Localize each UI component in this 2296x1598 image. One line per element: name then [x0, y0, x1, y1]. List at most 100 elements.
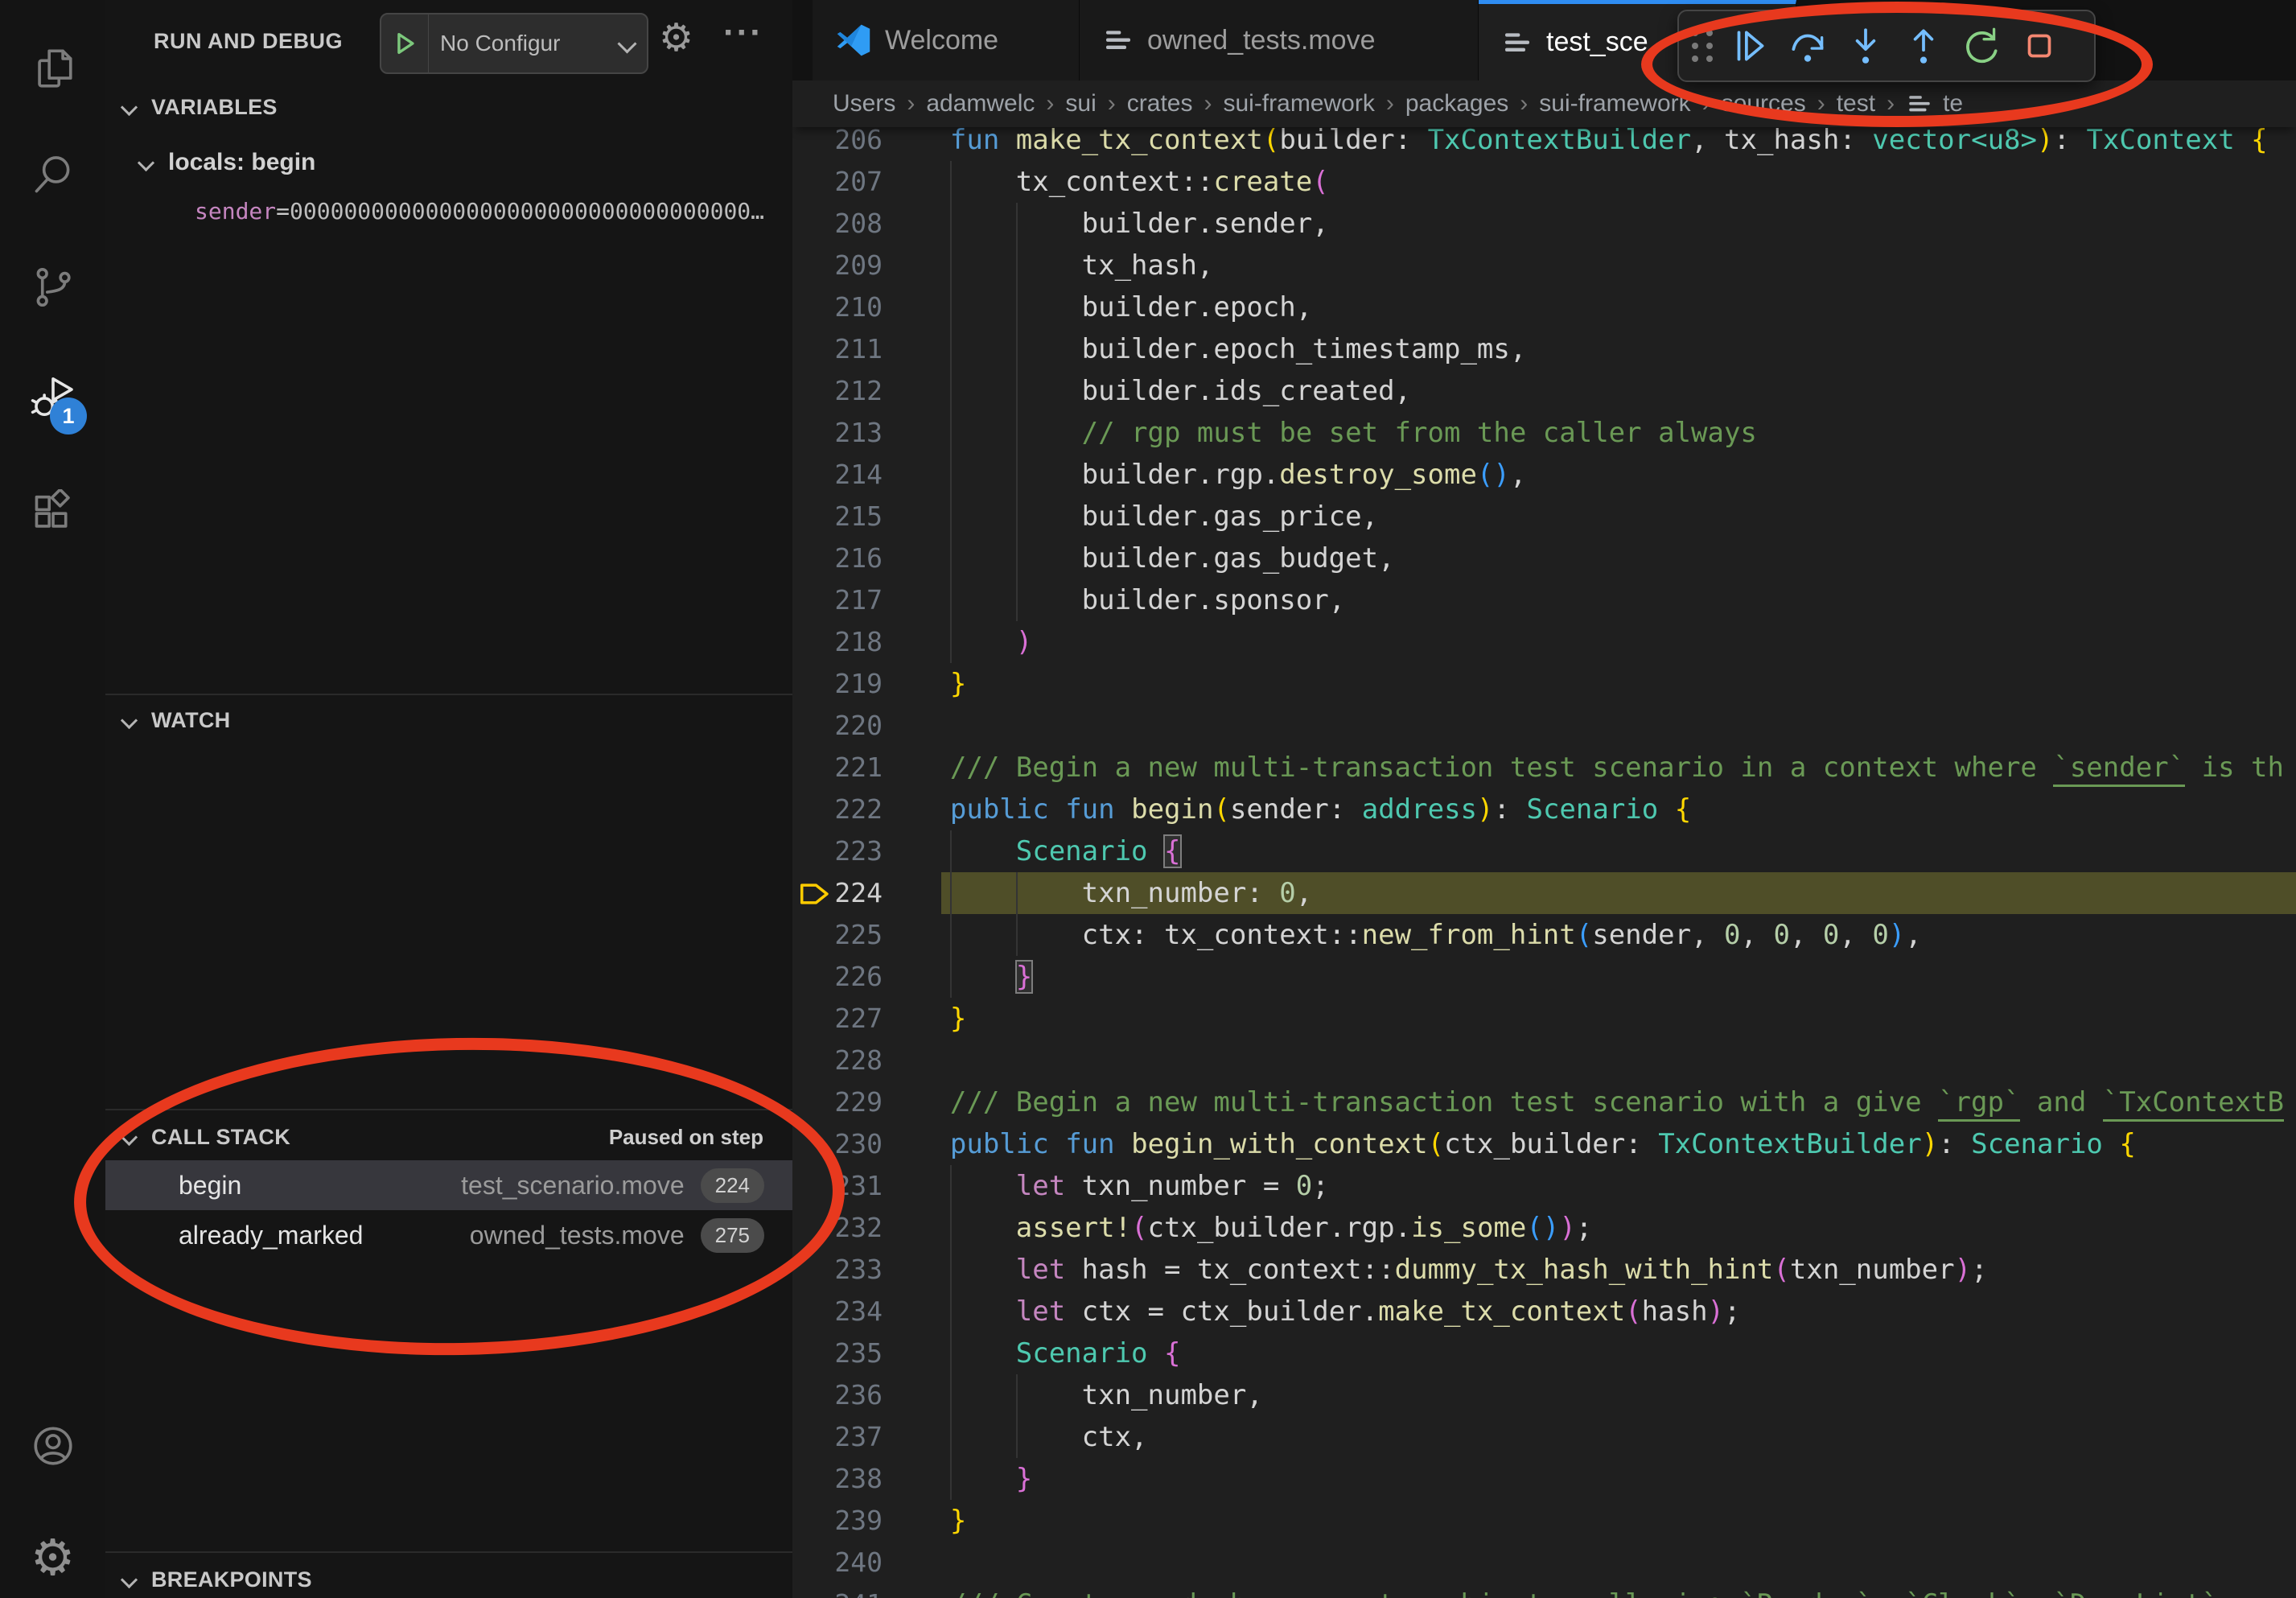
line-number[interactable]: 235 [792, 1332, 883, 1374]
activity-bar: 1 ⚙ [0, 0, 106, 1598]
chevron-down-icon [121, 711, 138, 728]
tab-welcome[interactable]: Welcome [813, 0, 1080, 80]
restart-icon[interactable] [1952, 17, 2010, 75]
step-over-icon[interactable] [1779, 17, 1837, 75]
line-number[interactable]: 217 [792, 579, 883, 621]
breadcrumb-item[interactable]: sui [1065, 90, 1096, 117]
line-number[interactable]: 219 [792, 663, 883, 705]
line-number[interactable]: 234 [792, 1291, 883, 1332]
code-text: } [884, 1500, 966, 1542]
breadcrumb-item[interactable]: sources [1722, 90, 1806, 117]
line-number[interactable]: 231 [792, 1165, 883, 1207]
indent-guide [1016, 872, 1018, 956]
code-line-221: 221 /// Begin a new multi-transaction te… [792, 747, 2296, 789]
code-text: builder.gas_budget, [884, 537, 1395, 579]
code-line-238: 238 } [792, 1458, 2296, 1500]
code-line-219: 219 } [792, 663, 2296, 705]
tab-owned-tests[interactable]: owned_tests.move [1080, 0, 1479, 80]
step-into-icon[interactable] [1837, 17, 1895, 75]
call-stack-frame-begin[interactable]: begintest_scenario.move224 [105, 1160, 792, 1210]
views-more-actions-icon[interactable]: ··· [723, 13, 763, 53]
line-number[interactable]: 220 [792, 705, 883, 747]
code-text: /// Begin a new multi-transaction test s… [884, 1081, 2284, 1123]
line-number[interactable]: 221 [792, 747, 883, 789]
line-number[interactable]: 236 [792, 1374, 883, 1416]
breadcrumb-item[interactable]: sui-framework [1539, 90, 1690, 117]
line-number[interactable]: 240 [792, 1542, 883, 1584]
accounts-icon[interactable] [0, 1410, 105, 1482]
toolbar-drag-grip[interactable] [1692, 30, 1714, 62]
breadcrumb-item[interactable]: sui-framework [1223, 90, 1374, 117]
variable-sender-row[interactable]: sender = 0000000000000000000000000000000… [195, 187, 774, 235]
line-number[interactable]: 209 [792, 245, 883, 286]
line-number[interactable]: 207 [792, 161, 883, 203]
variables-scope-row[interactable]: locals: begin [140, 138, 315, 187]
line-number[interactable]: 238 [792, 1458, 883, 1500]
breadcrumb-file[interactable]: te [1943, 90, 1963, 117]
code-line-226: 226 } [792, 956, 2296, 998]
line-number[interactable]: 228 [792, 1040, 883, 1081]
breadcrumb-item[interactable]: test [1837, 90, 1875, 117]
code-line-209: 209 tx_hash, [792, 245, 2296, 286]
code-line-232: 232 assert!(ctx_builder.rgp.is_some()); [792, 1207, 2296, 1249]
continue-icon[interactable] [1721, 17, 1779, 75]
code-line-224: 224 txn_number: 0, [792, 872, 2296, 914]
line-number[interactable]: 229 [792, 1081, 883, 1123]
line-number[interactable]: 241 [792, 1584, 883, 1598]
debug-settings-gear-icon[interactable]: ⚙ [659, 19, 693, 58]
code-line-215: 215 builder.gas_price, [792, 496, 2296, 537]
tab-label: test_sce [1546, 27, 1648, 58]
line-number[interactable]: 213 [792, 412, 883, 454]
line-number[interactable]: 222 [792, 789, 883, 830]
stop-icon[interactable] [2010, 17, 2068, 75]
breadcrumb[interactable]: Users›adamwelc›sui›crates›sui-framework›… [792, 80, 2296, 127]
line-number[interactable]: 239 [792, 1500, 883, 1542]
search-icon[interactable] [0, 138, 105, 211]
variables-section-header[interactable]: VARIABLES [105, 84, 792, 130]
line-number[interactable]: 218 [792, 621, 883, 663]
line-number[interactable]: 232 [792, 1207, 883, 1249]
explorer-icon[interactable] [0, 32, 105, 105]
line-number[interactable]: 226 [792, 956, 883, 998]
code-line-229: 229 /// Begin a new multi-transaction te… [792, 1081, 2296, 1123]
line-number[interactable]: 214 [792, 454, 883, 496]
code-text: // rgp must be set from the caller alway… [884, 412, 1757, 454]
run-and-debug-sidebar: RUN AND DEBUG No Configur ⚙ ··· VARIABLE… [105, 0, 794, 1598]
line-number[interactable]: 208 [792, 203, 883, 245]
source-control-icon[interactable] [0, 251, 105, 323]
run-and-debug-icon[interactable]: 1 [0, 360, 105, 433]
watch-section-header[interactable]: WATCH [105, 697, 792, 743]
line-number[interactable]: 233 [792, 1249, 883, 1291]
line-number[interactable]: 216 [792, 537, 883, 579]
code-text: } [884, 956, 1032, 998]
breadcrumb-item[interactable]: adamwelc [926, 90, 1035, 117]
breakpoints-section-header[interactable]: BREAKPOINTS [105, 1556, 792, 1598]
breadcrumb-item[interactable]: crates [1127, 90, 1193, 117]
move-file-icon [1501, 27, 1533, 59]
code-line-207: 207 tx_context::create( [792, 161, 2296, 203]
breadcrumb-separator-icon: › [1108, 90, 1116, 117]
line-number[interactable]: 211 [792, 328, 883, 370]
breadcrumb-item[interactable]: Users [833, 90, 895, 117]
extensions-icon[interactable] [0, 476, 105, 549]
line-number[interactable]: 227 [792, 998, 883, 1040]
line-number[interactable]: 225 [792, 914, 883, 956]
code-line-218: 218 ) [792, 621, 2296, 663]
call-stack-section-header[interactable]: CALL STACK Paused on step [105, 1114, 792, 1160]
line-number[interactable]: 215 [792, 496, 883, 537]
launch-config-dropdown[interactable]: No Configur [380, 13, 648, 74]
line-number[interactable]: 212 [792, 370, 883, 412]
line-number[interactable]: 237 [792, 1416, 883, 1458]
code-line-237: 237 ctx, [792, 1416, 2296, 1458]
line-number[interactable]: 224 [792, 872, 883, 914]
line-number[interactable]: 230 [792, 1123, 883, 1165]
call-stack-frame-already_marked[interactable]: already_markedowned_tests.move275 [105, 1210, 792, 1260]
code-text: Scenario { [884, 1332, 1181, 1374]
manage-gear-icon[interactable]: ⚙ [0, 1522, 105, 1595]
start-debugging-icon[interactable] [381, 14, 429, 72]
step-out-icon[interactable] [1895, 17, 1952, 75]
frame-file: test_scenario.move [461, 1171, 684, 1201]
breadcrumb-item[interactable]: packages [1405, 90, 1508, 117]
line-number[interactable]: 223 [792, 830, 883, 872]
line-number[interactable]: 210 [792, 286, 883, 328]
